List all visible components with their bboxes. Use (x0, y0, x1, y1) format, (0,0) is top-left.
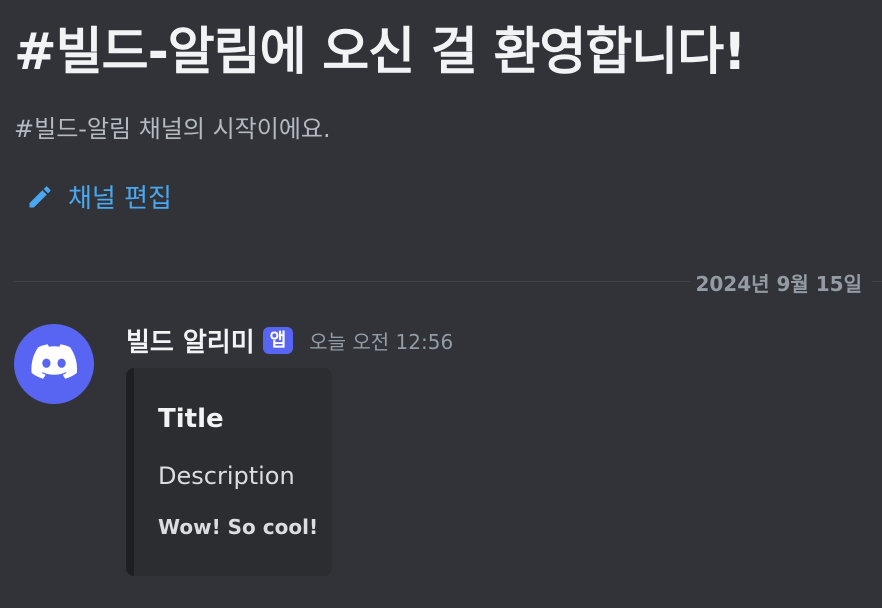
message-embed: Title Description Wow! So cool! (126, 368, 332, 576)
app-badge: 앱 (262, 326, 294, 355)
embed-title: Title (158, 404, 224, 434)
divider-date: 2024년 9월 15일 (695, 272, 862, 296)
divider-line-right (872, 281, 882, 282)
avatar[interactable] (14, 324, 94, 404)
message-timestamp: 오늘 오전 12:56 (309, 330, 454, 354)
discord-logo-icon (31, 344, 78, 384)
channel-welcome-title: #빌드-알림에 오신 걸 환영합니다! (14, 23, 746, 82)
embed-text: Wow! So cool! (158, 515, 319, 539)
date-divider: 2024년 9월 15일 (14, 264, 882, 298)
divider-line-left (14, 281, 690, 282)
pencil-icon (26, 183, 54, 211)
message-header: 빌드 알리미 앱 오늘 오전 12:56 (126, 322, 453, 359)
edit-channel-label: 채널 편집 (68, 184, 172, 214)
embed-description: Description (158, 462, 295, 490)
channel-welcome-subtitle: #빌드-알림 채널의 시작이에요. (14, 115, 331, 143)
edit-channel-button[interactable]: 채널 편집 (26, 178, 172, 215)
message-username[interactable]: 빌드 알리미 (126, 322, 255, 359)
